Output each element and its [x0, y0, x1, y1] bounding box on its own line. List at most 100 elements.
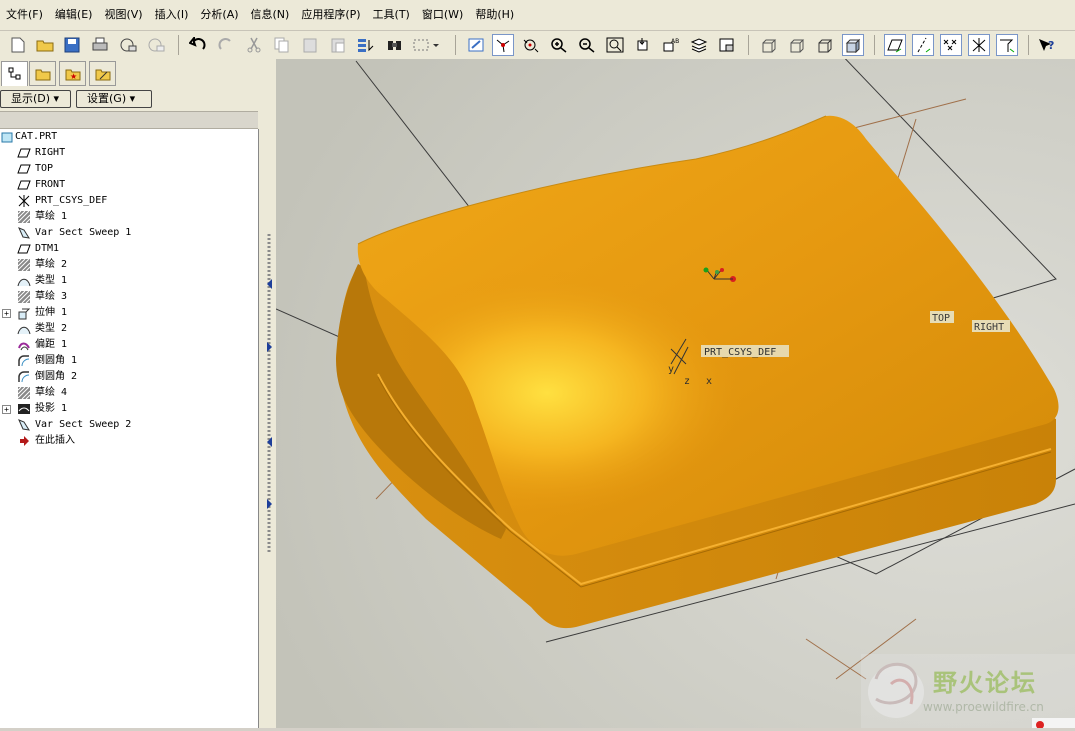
tree-item[interactable]: PRT_CSYS_DEF	[0, 193, 256, 209]
sketch-icon	[17, 386, 31, 400]
svg-text:?: ?	[1048, 39, 1054, 52]
model-tree-panel: ★ 显示(D) ▾ 设置(G) ▾ CAT.PRT RIGHT TOP FRON…	[0, 59, 263, 728]
paste-icon[interactable]	[299, 34, 321, 56]
expand-icon[interactable]: +	[2, 405, 11, 414]
menu-tools[interactable]: 工具(T)	[367, 0, 416, 30]
menu-window[interactable]: 窗口(W)	[416, 0, 469, 30]
tree-item[interactable]: 类型 2	[0, 321, 256, 337]
zoom-in-icon[interactable]	[548, 34, 570, 56]
tree-item[interactable]: 草绘 3	[0, 289, 256, 305]
paste-special-icon[interactable]	[327, 34, 349, 56]
tab-favorites[interactable]: ★	[59, 61, 86, 86]
tab-folder-browser[interactable]	[29, 61, 56, 86]
tree-item[interactable]: RIGHT	[0, 145, 256, 161]
tree-item[interactable]: 草绘 1	[0, 209, 256, 225]
menu-view[interactable]: 视图(V)	[98, 0, 148, 30]
layers-icon[interactable]	[688, 34, 710, 56]
datum-points-toggle-icon[interactable]	[940, 34, 962, 56]
saved-views-icon[interactable]: AB	[660, 34, 682, 56]
tree-item[interactable]: 草绘 2	[0, 257, 256, 273]
annotations-toggle-icon[interactable]	[996, 34, 1018, 56]
tree-item[interactable]: 在此插入	[0, 433, 256, 449]
cut-icon[interactable]	[243, 34, 265, 56]
tree-item[interactable]: TOP	[0, 161, 256, 177]
regenerate-icon[interactable]	[355, 34, 377, 56]
offset-icon	[18, 342, 30, 351]
tree-root[interactable]: CAT.PRT	[0, 129, 256, 145]
expand-icon[interactable]: +	[2, 309, 11, 318]
repaint-icon[interactable]	[465, 34, 487, 56]
navigator-tabs: ★	[0, 59, 263, 87]
datum-plane-icon	[17, 148, 31, 158]
refit-icon[interactable]	[604, 34, 626, 56]
tree-item-label: RIGHT	[35, 147, 66, 158]
no-hidden-icon[interactable]	[814, 34, 836, 56]
undo-icon[interactable]	[187, 34, 209, 56]
watermark-title: 野火论坛	[933, 669, 1037, 697]
hidden-line-icon[interactable]	[786, 34, 808, 56]
print-icon[interactable]	[89, 34, 111, 56]
settings-dropdown[interactable]: 设置(G) ▾	[76, 90, 152, 108]
open-folder-icon[interactable]	[34, 34, 56, 56]
menu-edit[interactable]: 编辑(E)	[49, 0, 99, 30]
axis-y-label: y	[668, 364, 674, 375]
tree-item[interactable]: Var Sect Sweep 2	[0, 417, 256, 433]
save-icon[interactable]	[61, 34, 83, 56]
model-tree-icon	[8, 67, 20, 80]
spin-center-icon[interactable]	[492, 34, 514, 56]
connections-icon	[95, 69, 110, 80]
panel-splitter[interactable]	[263, 59, 276, 728]
tree-item[interactable]: 偏距 1	[0, 337, 256, 353]
menu-help[interactable]: 帮助(H)	[469, 0, 520, 30]
tree-item[interactable]: + 投影 1	[0, 401, 256, 417]
find-icon[interactable]	[384, 34, 406, 56]
tree-item-label: Var Sect Sweep 1	[35, 227, 132, 238]
round-icon	[18, 371, 30, 383]
zoom-out-icon[interactable]	[576, 34, 598, 56]
select-box-icon[interactable]	[411, 34, 441, 56]
tree-item[interactable]: DTM1	[0, 241, 256, 257]
watermark-url: www.proewildfire.cn	[923, 700, 1044, 714]
orient-mode-icon[interactable]	[520, 34, 542, 56]
favorites-icon: ★	[65, 69, 80, 81]
graphics-window[interactable]: PRT_CSYS_DEF y z x TOP RIGHT	[276, 59, 1075, 728]
datum-planes-toggle-icon[interactable]	[884, 34, 906, 56]
tree-item[interactable]: 倒圆角 2	[0, 369, 256, 385]
menu-file[interactable]: 文件(F)	[0, 0, 49, 30]
tree-item-label: PRT_CSYS_DEF	[35, 195, 108, 206]
model-tree: CAT.PRT RIGHT TOP FRONT PRT_CSYS_DEF 草绘 …	[0, 129, 259, 728]
show-dropdown[interactable]: 显示(D) ▾	[0, 90, 71, 108]
menu-analysis[interactable]: 分析(A)	[194, 0, 244, 30]
menu-info[interactable]: 信息(N)	[245, 0, 296, 30]
copy-icon[interactable]	[271, 34, 293, 56]
redo-icon[interactable]	[215, 34, 237, 56]
view-manager-icon[interactable]	[716, 34, 738, 56]
tab-connections[interactable]	[89, 61, 116, 86]
tree-root-label: CAT.PRT	[15, 131, 58, 142]
tree-item[interactable]: Var Sect Sweep 1	[0, 225, 256, 241]
tree-item[interactable]: 草绘 4	[0, 385, 256, 401]
mail-disabled-icon[interactable]	[145, 34, 167, 56]
menu-bar: 文件(F) 编辑(E) 视图(V) 插入(I) 分析(A) 信息(N) 应用程序…	[0, 0, 1075, 31]
menu-applications[interactable]: 应用程序(P)	[295, 0, 366, 30]
surface-icon	[17, 326, 31, 335]
tree-item-label: 在此插入	[35, 435, 75, 446]
tree-item-label: DTM1	[35, 243, 60, 254]
wireframe-icon[interactable]	[758, 34, 780, 56]
shading-icon[interactable]	[842, 34, 864, 56]
context-help-icon[interactable]: ?	[1036, 34, 1058, 56]
menu-insert[interactable]: 插入(I)	[149, 0, 195, 30]
datum-plane-icon	[17, 164, 31, 174]
tab-model-tree[interactable]	[1, 61, 28, 86]
tree-item[interactable]: 类型 1	[0, 273, 256, 289]
new-file-icon[interactable]	[7, 34, 29, 56]
tree-item-label: 草绘 4	[35, 387, 68, 398]
reorient-icon[interactable]	[632, 34, 654, 56]
tree-item[interactable]: + 拉伸 1	[0, 305, 256, 321]
csys-toggle-icon[interactable]	[968, 34, 990, 56]
mail-icon[interactable]	[117, 34, 139, 56]
tree-item[interactable]: FRONT	[0, 177, 256, 193]
tree-item-label: 类型 2	[35, 323, 68, 334]
datum-axes-toggle-icon[interactable]	[912, 34, 934, 56]
tree-item[interactable]: 倒圆角 1	[0, 353, 256, 369]
